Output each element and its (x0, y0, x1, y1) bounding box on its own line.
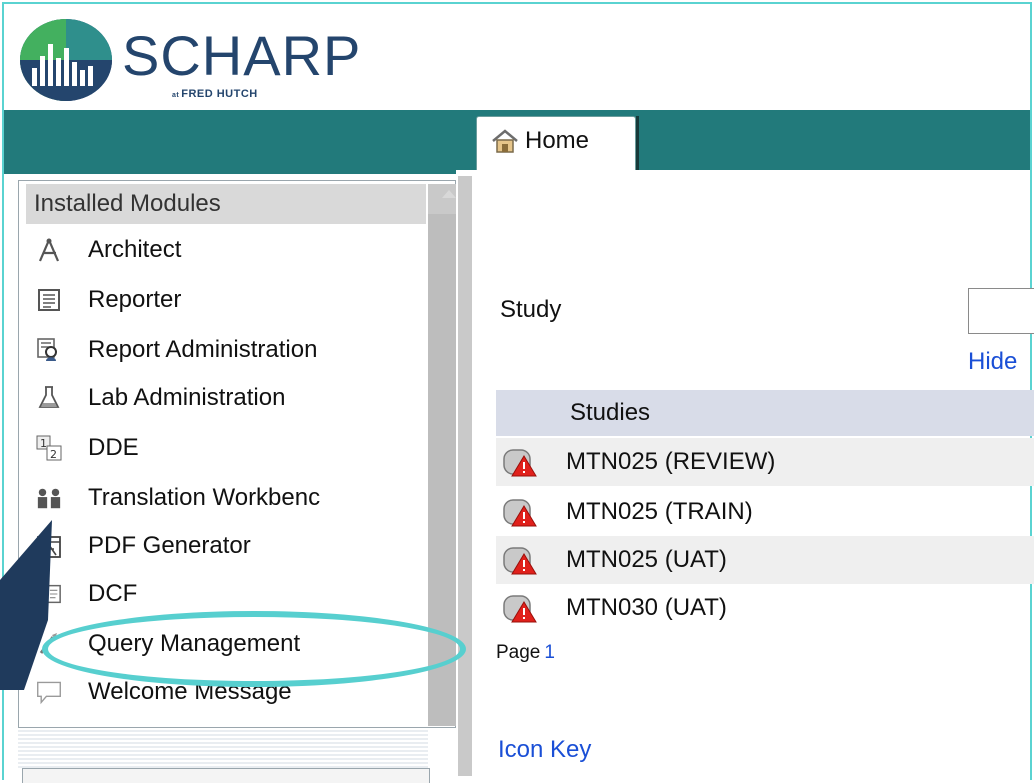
study-name: MTN025 (TRAIN) (566, 498, 753, 525)
study-row[interactable]: MTN025 (TRAIN) (496, 488, 1034, 536)
dde-icon: 12 (36, 435, 62, 461)
sidebar-item-lab-administration[interactable]: Lab Administration (36, 376, 436, 420)
svg-text:1: 1 (40, 437, 47, 450)
scroll-up-arrow-icon[interactable] (442, 190, 456, 198)
hide-link[interactable]: Hide (968, 348, 1017, 376)
sidebar-item-translation-workbench[interactable]: Translation Workbenc (36, 476, 436, 520)
page-label: Page (496, 642, 541, 663)
flask-icon (36, 385, 62, 411)
home-icon (492, 129, 518, 153)
study-warning-icon (503, 547, 537, 575)
tab-home-label: Home (525, 127, 590, 154)
study-label: Study (500, 296, 562, 323)
tab-home[interactable]: Home (476, 116, 636, 172)
study-name: MTN030 (UAT) (566, 594, 727, 621)
study-row[interactable]: MTN025 (UAT) (496, 536, 1034, 584)
study-name: MTN025 (REVIEW) (566, 448, 776, 475)
sidebar-item-label: Report Administration (88, 336, 318, 363)
sidebar-item-label: Translation Workbenc (88, 484, 321, 511)
sidebar-next-panel (22, 768, 430, 783)
page-number-link[interactable]: 1 (544, 642, 555, 663)
compass-icon (36, 237, 62, 263)
brand-subtitle: at FRED HUTCH (172, 88, 258, 100)
annotation-highlight-ellipse (42, 611, 466, 687)
tab-divider (636, 116, 639, 176)
content-splitter[interactable] (458, 176, 472, 776)
sidebar-item-label: Lab Administration (88, 384, 286, 411)
study-warning-icon (503, 449, 537, 477)
installed-modules-header: Installed Modules (26, 184, 426, 224)
sidebar-item-label: Architect (88, 236, 182, 263)
report-icon (36, 287, 62, 313)
sidebar-item-pdf-generator[interactable]: PDF Generator (36, 524, 436, 568)
header: SCHARP at FRED HUTCH (4, 4, 1030, 110)
sidebar-item-label: DDE (88, 434, 139, 461)
study-warning-icon (503, 595, 537, 623)
study-name: MTN025 (UAT) (566, 546, 727, 573)
brand-name: SCHARP (122, 24, 362, 87)
svg-text:2: 2 (50, 448, 57, 461)
sidebar-divider (18, 730, 428, 770)
sidebar-item-dde[interactable]: 12 DDE (36, 426, 436, 470)
sidebar-item-architect[interactable]: Architect (36, 228, 436, 272)
brand-subtitle-text: FRED HUTCH (181, 88, 258, 100)
study-row[interactable]: MTN025 (REVIEW) (496, 438, 1034, 486)
pagination: Page 1 (496, 642, 555, 664)
translation-icon (36, 485, 62, 511)
scharp-logo-icon (20, 19, 112, 101)
sidebar-item-label: PDF Generator (88, 532, 251, 559)
study-warning-icon (503, 499, 537, 527)
study-input[interactable] (968, 288, 1034, 334)
brand-subtitle-prefix: at (172, 92, 180, 99)
sidebar-item-reporter[interactable]: Reporter (36, 278, 436, 322)
sidebar-item-report-administration[interactable]: Report Administration (36, 328, 436, 372)
annotation-arrow (0, 520, 52, 690)
study-row[interactable]: MTN030 (UAT) (496, 584, 1034, 632)
sidebar-item-label: Reporter (88, 286, 182, 313)
sidebar-item-label: DCF (88, 580, 138, 607)
studies-header: Studies (496, 390, 1034, 436)
sidebar-item-dcf[interactable]: DCF (36, 572, 436, 616)
report-admin-icon (36, 337, 62, 363)
icon-key-link[interactable]: Icon Key (498, 736, 591, 764)
